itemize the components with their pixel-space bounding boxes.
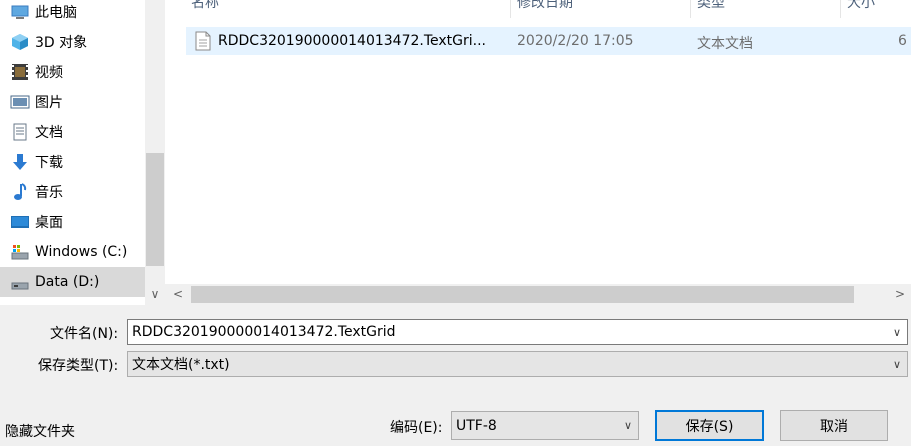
chevron-down-icon[interactable]: ∨	[893, 320, 901, 344]
nav-item-pictures[interactable]: 图片	[0, 87, 145, 117]
save-button[interactable]: 保存(S)	[655, 410, 764, 441]
column-divider[interactable]	[840, 0, 841, 18]
nav-item-desktop[interactable]: 桌面	[0, 207, 145, 237]
filetype-value: 文本文档(*.txt)	[132, 357, 230, 373]
chevron-down-icon[interactable]: ∨	[624, 412, 632, 439]
column-header-modified[interactable]: 修改日期	[517, 0, 573, 16]
nav-label: 视频	[35, 65, 63, 81]
horizontal-scrollbar-thumb[interactable]	[191, 286, 854, 303]
nav-label: 文档	[35, 125, 63, 141]
encoding-value: UTF-8	[456, 417, 497, 434]
nav-item-3d-objects[interactable]: 3D 对象	[0, 27, 145, 57]
column-header-size[interactable]: 大小	[847, 0, 875, 16]
chevron-down-icon[interactable]: ∨	[145, 284, 165, 304]
file-modified: 2020/2/20 17:05	[517, 33, 634, 49]
pictures-icon	[10, 95, 30, 109]
drive-icon	[11, 245, 29, 260]
documents-icon	[13, 123, 27, 141]
computer-icon	[11, 5, 29, 19]
chevron-left-icon[interactable]: <	[168, 284, 188, 305]
nav-item-drive-c[interactable]: Windows (C:)	[0, 237, 145, 267]
column-header-type[interactable]: 类型	[697, 0, 725, 16]
encoding-label: 编码(E):	[390, 420, 443, 436]
column-divider[interactable]	[510, 0, 511, 18]
nav-label: 下载	[35, 155, 63, 171]
filetype-label: 保存类型(T):	[38, 358, 119, 374]
nav-item-videos[interactable]: 视频	[0, 57, 145, 87]
column-divider[interactable]	[690, 0, 691, 18]
desktop-icon	[11, 216, 29, 228]
navigation-pane: 此电脑 3D 对象 视频 图片 文档 下载 音乐 桌面 Windows (C:)…	[0, 0, 165, 305]
nav-label: 图片	[35, 95, 63, 111]
drive-icon	[11, 282, 29, 290]
video-icon	[12, 64, 28, 80]
nav-label: 音乐	[35, 185, 63, 201]
nav-item-music[interactable]: 音乐	[0, 177, 145, 207]
filename-label: 文件名(N):	[50, 326, 119, 342]
chevron-down-icon[interactable]: ∨	[893, 352, 901, 376]
nav-label: 此电脑	[35, 5, 77, 21]
file-type: 文本文档	[697, 36, 753, 52]
nav-label: 桌面	[35, 215, 63, 231]
nav-scrollbar-thumb[interactable]	[146, 153, 164, 266]
filetype-select[interactable]: 文本文档(*.txt) ∨	[127, 351, 908, 377]
nav-label: 3D 对象	[35, 35, 88, 51]
encoding-select[interactable]: UTF-8 ∨	[451, 411, 639, 440]
download-icon	[13, 154, 27, 170]
file-name: RDDC320190000014013472.TextGri...	[218, 33, 487, 49]
file-size: 6	[898, 33, 907, 49]
column-header-name[interactable]: 名称	[191, 0, 219, 16]
3d-objects-icon	[12, 34, 28, 50]
filename-value: RDDC320190000014013472.TextGrid	[132, 324, 396, 340]
hide-folders-toggle[interactable]: 隐藏文件夹	[5, 421, 75, 441]
cancel-button-label: 取消	[820, 418, 848, 435]
nav-label: Data (D:)	[35, 274, 100, 290]
cancel-button[interactable]: 取消	[780, 410, 888, 441]
nav-item-documents[interactable]: 文档	[0, 117, 145, 147]
nav-label: Windows (C:)	[35, 244, 128, 260]
nav-item-drive-d[interactable]: Data (D:)	[0, 267, 145, 297]
nav-item-downloads[interactable]: 下载	[0, 147, 145, 177]
nav-item-this-pc[interactable]: 此电脑	[0, 0, 145, 27]
text-file-icon	[195, 31, 211, 51]
music-icon	[14, 183, 27, 200]
chevron-right-icon[interactable]: >	[890, 284, 910, 305]
save-button-label: 保存(S)	[685, 418, 734, 435]
filename-field[interactable]: RDDC320190000014013472.TextGrid ∨	[127, 319, 908, 345]
